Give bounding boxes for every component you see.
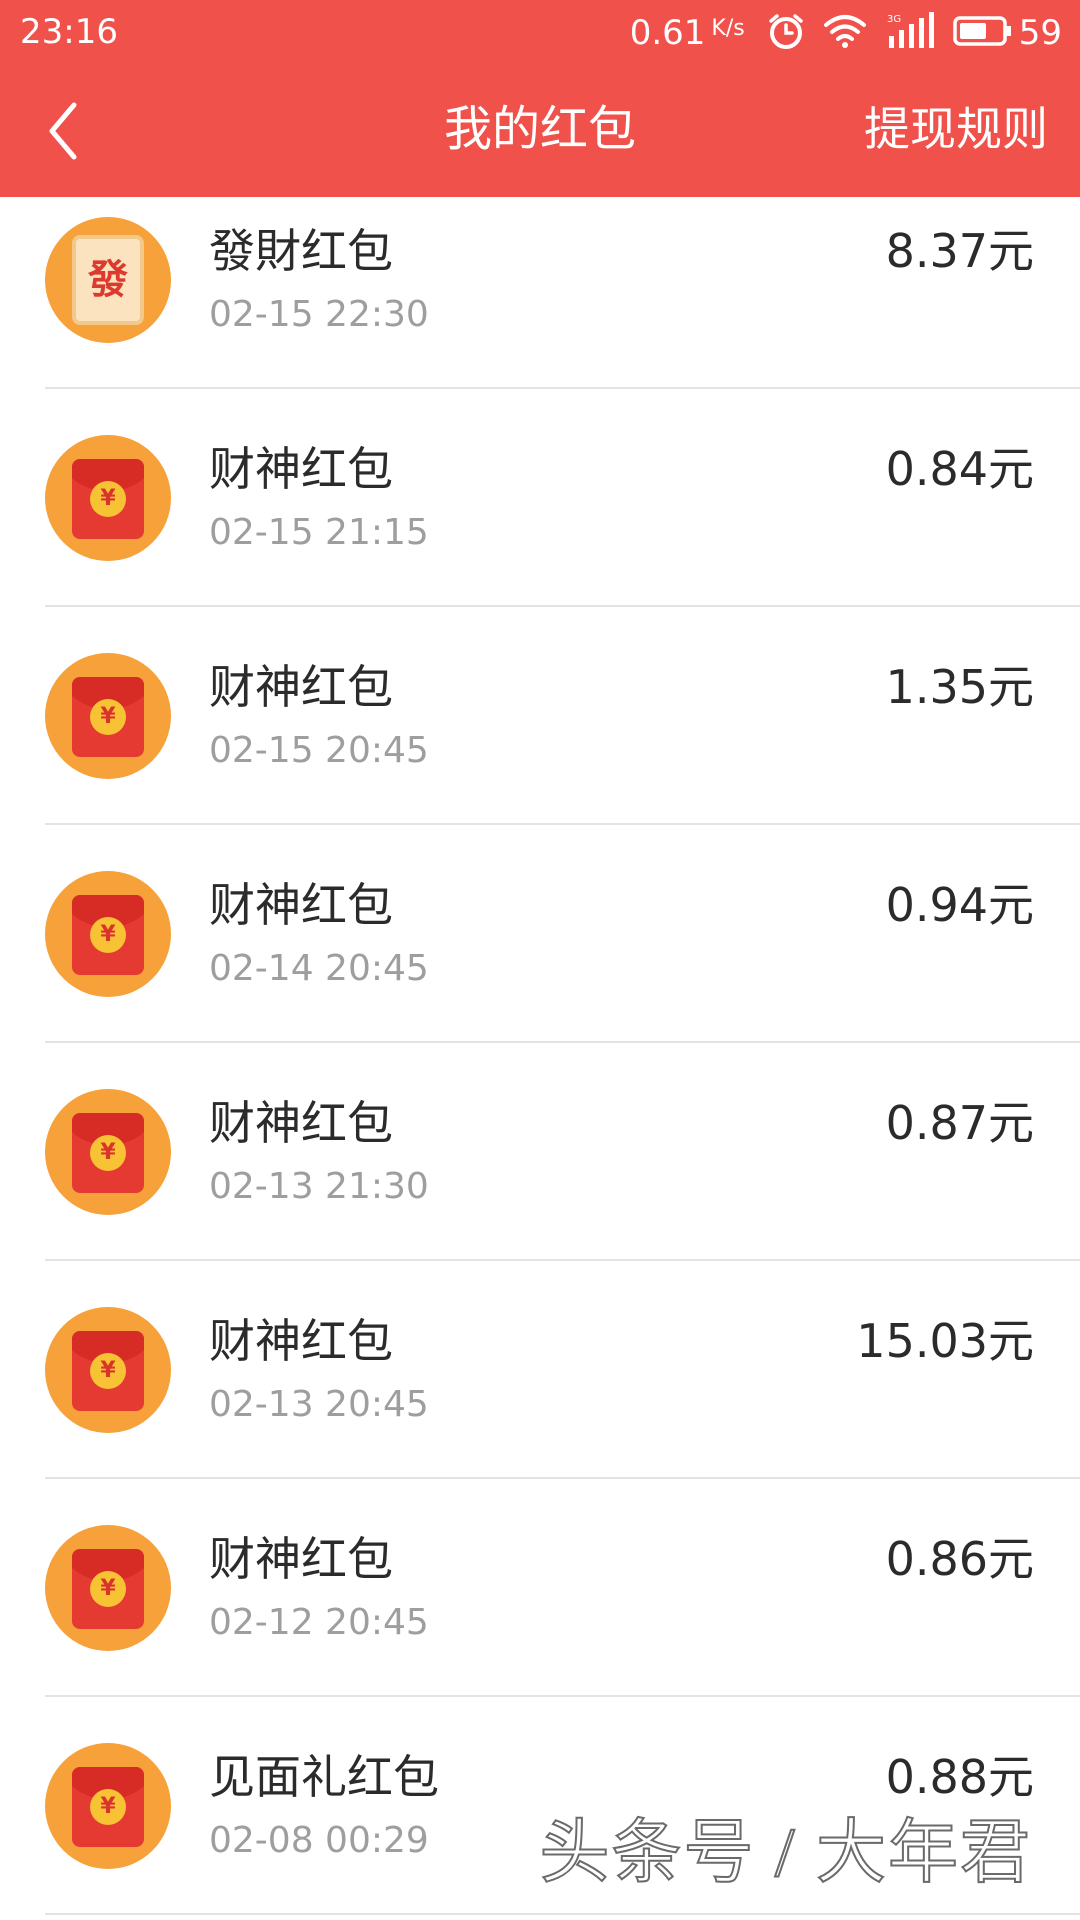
net-speed-unit: K/s xyxy=(711,16,745,41)
red-envelope-icon: ¥ xyxy=(45,435,171,561)
item-amount: 8.37元 xyxy=(885,224,1034,278)
list-item[interactable]: ¥ 财神红包 02-15 20:45 1.35元 xyxy=(0,607,1080,825)
item-time: 02-15 21:15 xyxy=(209,512,429,553)
wifi-icon xyxy=(823,13,867,53)
list-item[interactable]: ¥ 财神红包 02-13 20:45 15.03元 xyxy=(0,1261,1080,1479)
net-speed: 0.61 xyxy=(629,13,706,53)
item-time: 02-15 20:45 xyxy=(209,730,429,771)
item-amount: 0.84元 xyxy=(885,442,1034,496)
item-name: 财神红包 xyxy=(209,1314,393,1368)
list-item[interactable]: ¥ 财神红包 02-15 21:15 0.84元 xyxy=(0,389,1080,607)
item-name: 财神红包 xyxy=(209,1532,393,1586)
item-name: 财神红包 xyxy=(209,442,393,496)
item-name: 财神红包 xyxy=(209,878,393,932)
item-time: 02-15 22:30 xyxy=(209,294,429,335)
item-name: 發財红包 xyxy=(209,224,393,278)
list-item[interactable]: ¥ 财神红包 02-14 20:45 0.94元 xyxy=(0,825,1080,1043)
network-type-label: 3G xyxy=(887,14,901,25)
item-amount: 1.35元 xyxy=(885,660,1034,714)
back-button[interactable] xyxy=(30,95,100,167)
red-envelope-icon: ¥ xyxy=(45,1307,171,1433)
item-time: 02-13 20:45 xyxy=(209,1384,429,1425)
item-time: 02-14 20:45 xyxy=(209,948,429,989)
withdraw-rules-button[interactable]: 提现规则 xyxy=(864,97,1048,161)
item-name: 财神红包 xyxy=(209,660,393,714)
red-envelope-icon: ¥ xyxy=(45,871,171,997)
status-time: 23:16 xyxy=(20,12,118,52)
item-time: 02-08 00:29 xyxy=(209,1820,429,1861)
watermark: 头条号 / 大年君 xyxy=(539,1814,1032,1893)
item-amount: 0.88元 xyxy=(885,1750,1034,1804)
list-item[interactable]: ¥ 财神红包 02-12 20:45 0.86元 xyxy=(0,1479,1080,1697)
nav-bar: 我的红包 提现规则 xyxy=(0,65,1080,197)
list-item[interactable]: 發 發財红包 02-15 22:30 8.37元 xyxy=(0,197,1080,389)
item-amount: 0.87元 xyxy=(885,1096,1034,1150)
app-header: 23:16 0.61 K/s 3G 59 我的红包 提现规则 xyxy=(0,0,1080,197)
list-item[interactable]: ¥ 财神红包 02-13 21:30 0.87元 xyxy=(0,1043,1080,1261)
signal-icon: 3G xyxy=(885,12,935,54)
alarm-icon xyxy=(767,12,805,54)
red-envelope-icon: ¥ xyxy=(45,1525,171,1651)
status-indicators: 0.61 K/s 3G 59 xyxy=(630,10,1062,56)
item-time: 02-13 21:30 xyxy=(209,1166,429,1207)
battery-icon xyxy=(952,15,1013,51)
status-bar: 23:16 0.61 K/s 3G 59 xyxy=(0,0,1080,65)
battery-level: 59 xyxy=(1018,13,1062,53)
red-envelope-icon: ¥ xyxy=(45,1089,171,1215)
fa-card-icon: 發 xyxy=(45,217,171,343)
item-name: 财神红包 xyxy=(209,1096,393,1150)
divider xyxy=(45,1913,1080,1915)
item-amount: 0.86元 xyxy=(885,1532,1034,1586)
red-envelope-icon: ¥ xyxy=(45,653,171,779)
item-time: 02-12 20:45 xyxy=(209,1602,429,1643)
chevron-left-icon xyxy=(49,102,77,160)
item-name: 见面礼红包 xyxy=(209,1750,439,1804)
item-amount: 15.03元 xyxy=(856,1314,1034,1368)
item-amount: 0.94元 xyxy=(885,878,1034,932)
red-packet-list: 發 發財红包 02-15 22:30 8.37元 ¥ 财神红包 02-15 21… xyxy=(0,197,1080,1915)
red-envelope-icon: ¥ xyxy=(45,1743,171,1869)
